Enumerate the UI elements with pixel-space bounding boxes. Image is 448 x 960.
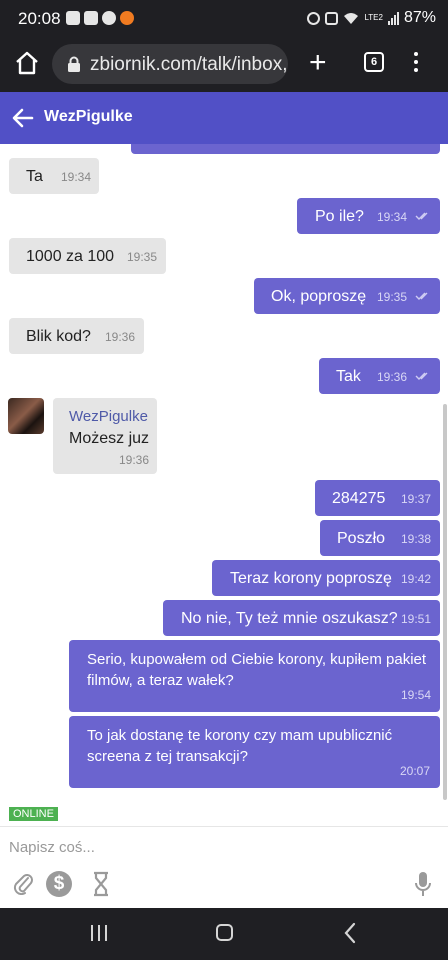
message-text: Blik kod? [26,328,91,345]
messenger-notification-icon [102,11,116,25]
system-status: LTE2 87% [307,9,436,27]
mute-icon [325,11,339,25]
message-text: Ok, poproszę [271,288,367,305]
message-incoming: WezPigulke Możesz juz 19:36 [53,398,157,474]
back-arrow-icon[interactable] [12,107,34,129]
tab-switcher-button[interactable]: 6 [364,52,384,72]
hourglass-icon[interactable] [92,871,110,897]
microphone-icon[interactable] [414,871,432,897]
browser-toolbar: zbiornik.com/talk/inbox, + 6 [0,36,448,92]
status-badge: ONLINE [9,807,58,821]
back-button[interactable] [342,922,358,944]
message-text: Możesz juz [69,430,150,447]
avatar[interactable] [8,398,44,434]
message-text: 284275 [332,490,386,507]
read-receipt-icon [415,372,428,380]
battery-level: 87% [403,9,436,26]
status-time: 20:08 [18,9,61,28]
message-text: Serio, kupowałem od Ciebie korony, kupił… [87,651,427,689]
alarm-icon [307,11,321,25]
notification-icons [66,11,134,25]
message-outgoing: No nie, Ty też mnie oszukasz? 19:51 [163,600,440,636]
message-outgoing: To jak dostanę te korony czy mam upublic… [69,716,440,788]
chat-title: WezPigulke [44,108,133,125]
message-sender[interactable]: WezPigulke [69,408,148,425]
read-receipt-icon [415,212,428,220]
composer: Napisz coś... $ [0,826,448,908]
message-text: Tak [336,368,361,385]
home-button[interactable] [216,924,233,941]
message-input[interactable]: Napisz coś... [9,839,95,856]
chat-notification-icon [84,11,98,25]
message-time: 19:34 [61,170,92,184]
message-outgoing: Teraz korony poproszę 19:42 [212,560,440,596]
lock-icon [68,56,80,72]
message-time: 19:35 [377,290,408,304]
wifi-icon [344,12,359,24]
message-outgoing: Serio, kupowałem od Ciebie korony, kupił… [69,640,440,712]
payment-icon[interactable]: $ [46,871,72,897]
message-text: Teraz korony poproszę [230,570,392,587]
attachment-icon[interactable] [12,871,34,895]
home-icon[interactable] [14,50,40,76]
message-text: No nie, Ty też mnie oszukasz? [181,610,398,627]
message-time: 19:54 [401,688,432,702]
message-time: 19:51 [401,612,432,626]
message-time: 19:36 [105,330,136,344]
message-time: 19:42 [401,572,432,586]
signal-icon [387,11,399,25]
message-list[interactable]: Ta 19:34 Po ile? 19:34 1000 za 100 19:35… [0,144,448,804]
message-outgoing: Po ile? 19:34 [297,198,440,234]
gallery-notification-icon [66,11,80,25]
message-outgoing: Poszło 19:38 [320,520,440,556]
network-type: LTE2 [364,13,383,22]
url-text: zbiornik.com/talk/inbox, [90,54,288,75]
message-incoming: Ta 19:34 [9,158,99,194]
recent-apps-button[interactable] [91,925,107,941]
status-bar: 20:08 LTE2 87% [0,0,448,36]
new-tab-button[interactable]: + [309,48,327,78]
message-time: 20:07 [400,764,431,778]
message-time: 19:35 [127,250,158,264]
app-notification-icon [120,11,134,25]
message-text: 1000 za 100 [26,248,115,265]
menu-icon[interactable] [414,52,418,74]
message-outgoing: 284275 19:37 [315,480,440,516]
message-text: Po ile? [315,208,364,225]
message-time: 19:37 [401,492,432,506]
system-navigation-bar [0,908,448,960]
message-incoming: 1000 za 100 19:35 [9,238,166,274]
message-incoming: Blik kod? 19:36 [9,318,144,354]
address-bar[interactable]: zbiornik.com/talk/inbox, [52,44,288,84]
message-time: 19:38 [401,532,432,546]
message-outgoing: Ok, poproszę 19:35 [254,278,440,314]
message-text: Poszło [337,530,386,547]
message-time: 19:34 [377,210,408,224]
scrollbar[interactable] [443,404,447,800]
message-time: 19:36 [119,453,150,467]
message-text: To jak dostanę te korony czy mam upublic… [87,727,393,765]
read-receipt-icon [415,292,428,300]
previous-message-bubble [131,144,440,154]
message-outgoing: Tak 19:36 [319,358,440,394]
chat-header: WezPigulke [0,92,448,144]
message-time: 19:36 [377,370,408,384]
message-text: Ta [26,168,43,185]
